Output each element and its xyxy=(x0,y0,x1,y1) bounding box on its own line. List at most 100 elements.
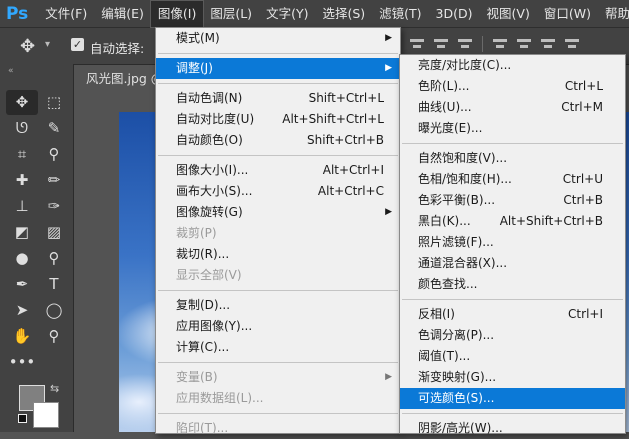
auto-select-label: 自动选择: xyxy=(90,41,145,56)
adjust-menu-item-13[interactable]: 反相(I) Ctrl+I xyxy=(400,304,625,325)
menu-separator xyxy=(402,143,623,144)
align-vcenter-icon[interactable] xyxy=(434,36,448,52)
image-menu-item-9[interactable]: 画布大小(S)... Alt+Ctrl+C xyxy=(156,181,400,202)
move-tool-icon[interactable]: ✥ xyxy=(6,90,38,115)
menu-separator xyxy=(158,53,398,54)
stamp-tool-icon[interactable]: ⊥ xyxy=(6,194,38,219)
path-select-tool-icon[interactable]: ➤ xyxy=(6,298,38,323)
menu-3[interactable]: 图层(L) xyxy=(203,1,259,27)
distribute-left-icon[interactable] xyxy=(565,36,579,52)
menu-item-label: 阈值(T)... xyxy=(418,349,471,363)
zoom-tool-icon[interactable]: ⚲ xyxy=(38,324,70,349)
menu-7[interactable]: 3D(D) xyxy=(429,1,480,27)
hand-tool-icon[interactable]: ✋ xyxy=(6,324,38,349)
tool-grid: ✥ ⬚ ᘎ ✎ ⌗ ⚲ ✚ ✏ ⊥ ✑ ◩ ▨ ● ⚲ ✒ T ➤ ◯ ✋ ⚲ ••• xyxy=(6,90,70,375)
adjust-menu-item-9[interactable]: 照片滤镜(F)... xyxy=(400,232,625,253)
adjust-menu-item-11[interactable]: 颜色查找... xyxy=(400,274,625,295)
adjust-menu-item-15[interactable]: 阈值(T)... xyxy=(400,346,625,367)
adjust-menu-item-17[interactable]: 可选颜色(S)... xyxy=(400,388,625,409)
adjust-menu-item-5[interactable]: 自然饱和度(V)... xyxy=(400,148,625,169)
adjust-menu-item-7[interactable]: 色彩平衡(B)... Ctrl+B xyxy=(400,190,625,211)
image-menu-item-2[interactable]: 调整(J) ▶ xyxy=(156,58,400,79)
image-menu-item-17[interactable]: 计算(C)... xyxy=(156,337,400,358)
chevron-down-icon[interactable]: ▾ xyxy=(45,39,50,50)
swap-colors-icon[interactable]: ⇆ xyxy=(50,382,59,395)
menu-6[interactable]: 滤镜(T) xyxy=(372,1,428,27)
adjust-menu-item-8[interactable]: 黑白(K)... Alt+Shift+Ctrl+B xyxy=(400,211,625,232)
menu-4[interactable]: 文字(Y) xyxy=(259,1,315,27)
adjust-menu-item-14[interactable]: 色调分离(P)... xyxy=(400,325,625,346)
background-color-swatch[interactable] xyxy=(33,402,59,428)
shortcut-label: Ctrl+B xyxy=(563,193,603,207)
image-menu-item-15[interactable]: 复制(D)... xyxy=(156,295,400,316)
blur-tool-icon[interactable]: ● xyxy=(6,246,38,271)
adjust-menu-item-2[interactable]: 曲线(U)... Ctrl+M xyxy=(400,97,625,118)
adjust-menu-item-6[interactable]: 色相/饱和度(H)... Ctrl+U xyxy=(400,169,625,190)
distribute-top-icon[interactable] xyxy=(493,36,507,52)
adjust-menu-item-0[interactable]: 亮度/对比度(C)... xyxy=(400,55,625,76)
adjust-menu-item-19[interactable]: 阴影/高光(W)... xyxy=(400,418,625,439)
menu-item-label: 图像大小(I)... xyxy=(176,163,249,177)
menu-item-label: 色调分离(P)... xyxy=(418,328,495,342)
auto-select-checkbox[interactable]: ✓ xyxy=(71,38,84,51)
menu-item-label: 应用数据组(L)... xyxy=(176,391,264,405)
crop-tool-icon[interactable]: ⌗ xyxy=(6,142,38,167)
menu-5[interactable]: 选择(S) xyxy=(315,1,372,27)
adjust-menu-item-3[interactable]: 曝光度(E)... xyxy=(400,118,625,139)
shortcut-label: Alt+Shift+Ctrl+B xyxy=(499,214,603,228)
more-tools-icon[interactable]: ••• xyxy=(6,350,38,375)
submenu-arrow-icon: ▶ xyxy=(385,372,392,382)
menu-item-label: 通道混合器(X)... xyxy=(418,256,508,270)
menu-separator xyxy=(158,413,398,414)
menu-0[interactable]: 文件(F) xyxy=(38,1,94,27)
adjust-menu-item-1[interactable]: 色阶(L)... Ctrl+L xyxy=(400,76,625,97)
menu-10[interactable]: 帮助 xyxy=(598,1,629,27)
eraser-tool-icon[interactable]: ◩ xyxy=(6,220,38,245)
submenu-arrow-icon: ▶ xyxy=(385,207,392,217)
menu-bar: Ps 文件(F) 编辑(E) 图像(I) 图层(L) 文字(Y) 选择(S) 滤镜(T) 3D… xyxy=(0,0,629,28)
eyedropper-tool-icon[interactable]: ⚲ xyxy=(38,142,70,167)
menu-2[interactable]: 图像(I) xyxy=(149,0,205,28)
default-colors-icon[interactable] xyxy=(18,414,27,423)
menu-item-label: 计算(C)... xyxy=(176,340,230,354)
image-menu-item-6[interactable]: 自动颜色(O) Shift+Ctrl+B xyxy=(156,130,400,151)
image-menu-item-12[interactable]: 裁切(R)... xyxy=(156,244,400,265)
healing-brush-tool-icon[interactable]: ✚ xyxy=(6,168,38,193)
gradient-tool-icon[interactable]: ▨ xyxy=(38,220,70,245)
align-bottom-icon[interactable] xyxy=(458,36,472,52)
image-menu-item-5[interactable]: 自动对比度(U) Alt+Shift+Ctrl+L xyxy=(156,109,400,130)
adjust-menu-item-16[interactable]: 渐变映射(G)... xyxy=(400,367,625,388)
menu-item-label: 自动颜色(O) xyxy=(176,133,243,147)
dodge-tool-icon[interactable]: ⚲ xyxy=(38,246,70,271)
distribute-bottom-icon[interactable] xyxy=(541,36,555,52)
quick-select-tool-icon[interactable]: ✎ xyxy=(38,116,70,141)
menu-separator xyxy=(402,299,623,300)
move-tool-preset-icon[interactable]: ✥ xyxy=(20,36,35,57)
menu-item-label: 自动对比度(U) xyxy=(176,112,255,126)
menu-item-label: 亮度/对比度(C)... xyxy=(418,58,512,72)
align-top-icon[interactable] xyxy=(410,36,424,52)
history-brush-tool-icon[interactable]: ✑ xyxy=(38,194,70,219)
menu-9[interactable]: 窗口(W) xyxy=(537,1,598,27)
ellipse-tool-icon[interactable]: ◯ xyxy=(38,298,70,323)
empty-slot xyxy=(38,350,70,375)
image-menu-item-16[interactable]: 应用图像(Y)... xyxy=(156,316,400,337)
image-menu-item-4[interactable]: 自动色调(N) Shift+Ctrl+L xyxy=(156,88,400,109)
menu-1[interactable]: 编辑(E) xyxy=(94,1,151,27)
image-menu-item-8[interactable]: 图像大小(I)... Alt+Ctrl+I xyxy=(156,160,400,181)
distribute-vcenter-icon[interactable] xyxy=(517,36,531,52)
type-tool-icon[interactable]: T xyxy=(38,272,70,297)
submenu-arrow-icon: ▶ xyxy=(385,33,392,43)
marquee-tool-icon[interactable]: ⬚ xyxy=(38,90,70,115)
menu-8[interactable]: 视图(V) xyxy=(480,1,537,27)
menu-item-label: 颜色查找... xyxy=(418,277,478,291)
lasso-tool-icon[interactable]: ᘎ xyxy=(6,116,38,141)
pen-tool-icon[interactable]: ✒ xyxy=(6,272,38,297)
shortcut-label: Shift+Ctrl+L xyxy=(308,91,384,105)
image-menu-item-0[interactable]: 模式(M) ▶ xyxy=(156,28,400,49)
image-menu-item-10[interactable]: 图像旋转(G) ▶ xyxy=(156,202,400,223)
collapse-panel-icon[interactable]: « xyxy=(8,66,14,76)
image-menu-dropdown: 模式(M) ▶ 调整(J) ▶ 自动色调(N) Shift+Ctrl+L 自动对比度(U) A… xyxy=(155,27,401,435)
adjust-menu-item-10[interactable]: 通道混合器(X)... xyxy=(400,253,625,274)
brush-tool-icon[interactable]: ✏ xyxy=(38,168,70,193)
